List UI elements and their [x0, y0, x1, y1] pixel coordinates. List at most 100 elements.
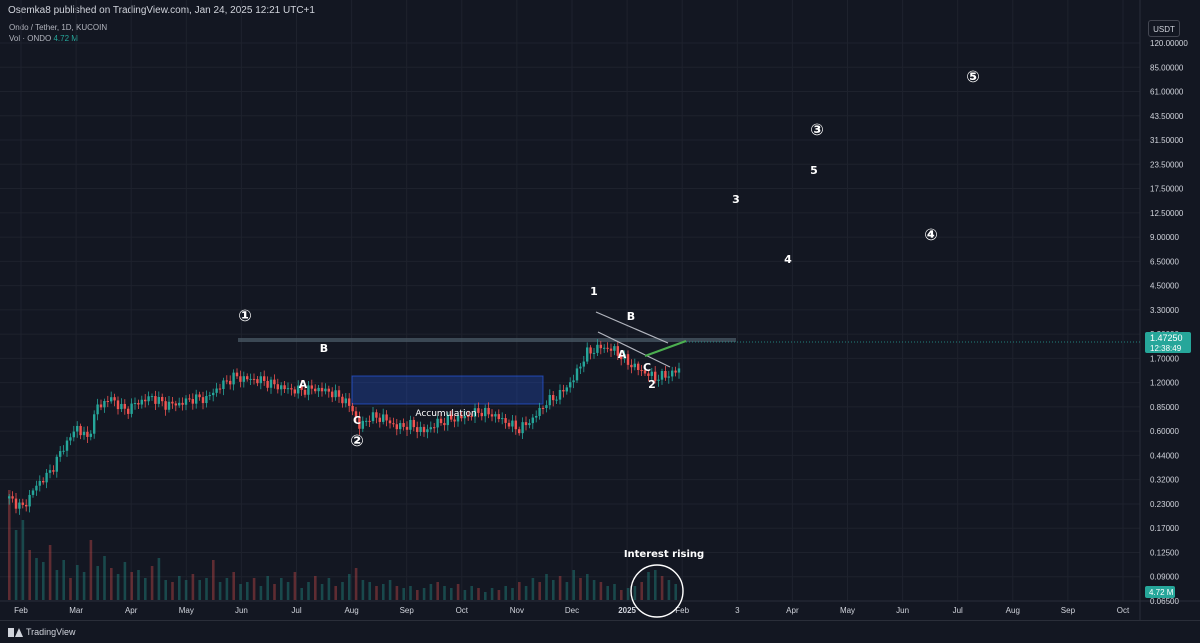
candle-body [419, 426, 422, 433]
price-tick-label: 3.30000 [1150, 306, 1179, 315]
candle-body [657, 379, 660, 381]
volume-bar [327, 578, 331, 600]
time-tick-label: Jun [896, 606, 909, 615]
wave-label-wave_a_1: A [299, 378, 308, 391]
wave-label-wave_2_minor: 2 [648, 378, 656, 391]
wave-label-wave_c_2: C [643, 361, 651, 374]
volume-bar [266, 576, 269, 600]
candle-body [184, 398, 188, 405]
candle-body [317, 387, 320, 392]
volume-bar [232, 572, 235, 600]
volume-bar [450, 588, 453, 600]
time-tick-label: Oct [1117, 606, 1130, 615]
price-tick-label: 85.00000 [1150, 63, 1184, 72]
volume-bar [89, 540, 93, 600]
volume-bar [110, 568, 113, 600]
volume-bar [552, 580, 555, 600]
candle-body [429, 427, 432, 430]
volume-bar [164, 580, 167, 600]
candle-body [14, 498, 18, 509]
candle-body [541, 407, 545, 409]
volume-bar [606, 586, 609, 600]
volume-bar [531, 578, 535, 600]
candle-body [222, 380, 225, 390]
candle-body [626, 354, 630, 365]
wave-label-interest_rising: Interest rising [624, 549, 704, 560]
candle-body [548, 395, 551, 406]
channel-lower-line[interactable] [597, 331, 671, 368]
volume-bar [579, 578, 582, 600]
candle-body [106, 401, 109, 403]
volume-bar [456, 584, 460, 600]
wave-label-wave_a_2: A [618, 348, 627, 361]
candle-body [439, 418, 443, 424]
candle-body [569, 382, 572, 388]
candle-body [225, 380, 228, 382]
wave-label-wave_top_1: ① [238, 306, 252, 325]
candle-body [48, 470, 52, 473]
wave-label-wave_4_minor: 4 [784, 253, 792, 266]
candle-body [528, 423, 531, 426]
candle-body [55, 456, 58, 472]
candle-body [531, 417, 534, 424]
candle-body [348, 398, 351, 406]
volume-bar [314, 576, 317, 600]
volume-bar [368, 582, 371, 600]
candle-body [521, 422, 524, 434]
price-chart[interactable]: 120.00000 85.00000 61.00000 43.50000 31.5000… [0, 0, 1200, 620]
candle-body [269, 379, 273, 388]
candle-body [514, 420, 517, 430]
candle-body [252, 378, 256, 380]
volume-bar [198, 580, 201, 600]
volume-bar [626, 588, 630, 600]
candle-body [426, 429, 429, 433]
volume-bar [62, 560, 65, 600]
volume-bar [14, 530, 18, 600]
candle-body [96, 404, 99, 415]
candle-body [613, 346, 616, 351]
candle-body [38, 480, 41, 486]
candle-body [215, 388, 218, 393]
currency-unit-button[interactable]: USDT [1148, 20, 1180, 37]
volume-bar [28, 550, 31, 600]
candle-body [256, 379, 259, 384]
candle-body [599, 344, 602, 349]
volume-bar [599, 582, 603, 600]
volume-bar [545, 574, 548, 600]
candle-body [606, 347, 609, 349]
price-tick-label: 31.50000 [1150, 136, 1184, 145]
last-price: 1.47250 [1150, 333, 1183, 343]
wave-label-accumulation: Accumulation [415, 409, 476, 419]
candle-body [150, 396, 154, 398]
volume-bar [497, 590, 501, 600]
price-tick-label: 1.70000 [1150, 354, 1179, 363]
volume-bar [361, 580, 365, 600]
volume-bar [674, 584, 677, 600]
time-tick-label: May [179, 606, 194, 615]
candle-body [497, 414, 500, 420]
candle-body [293, 389, 296, 394]
price-tick-label: 6.50000 [1150, 257, 1179, 266]
candle-body [412, 419, 415, 428]
candle-body [378, 417, 381, 422]
candle-body [409, 419, 412, 430]
volume-bar [518, 582, 521, 600]
candle-body [140, 399, 143, 405]
candle-body [344, 398, 347, 404]
candle-body [480, 412, 483, 417]
volume-bar [470, 586, 473, 600]
price-tick-label: 61.00000 [1150, 88, 1184, 97]
candle-body [310, 385, 313, 389]
candle-body [127, 408, 130, 414]
candle-body [388, 420, 392, 424]
time-tick-label: Sep [1061, 606, 1076, 615]
candle-body [45, 472, 48, 483]
candle-body [395, 424, 398, 430]
candle-body [280, 385, 283, 390]
candle-body [239, 376, 242, 382]
accumulation-zone[interactable] [351, 375, 544, 405]
candle-body [314, 388, 317, 392]
volume-bar [538, 582, 541, 600]
brand[interactable]: TradingView [8, 627, 76, 637]
breakout-line[interactable] [644, 340, 687, 357]
